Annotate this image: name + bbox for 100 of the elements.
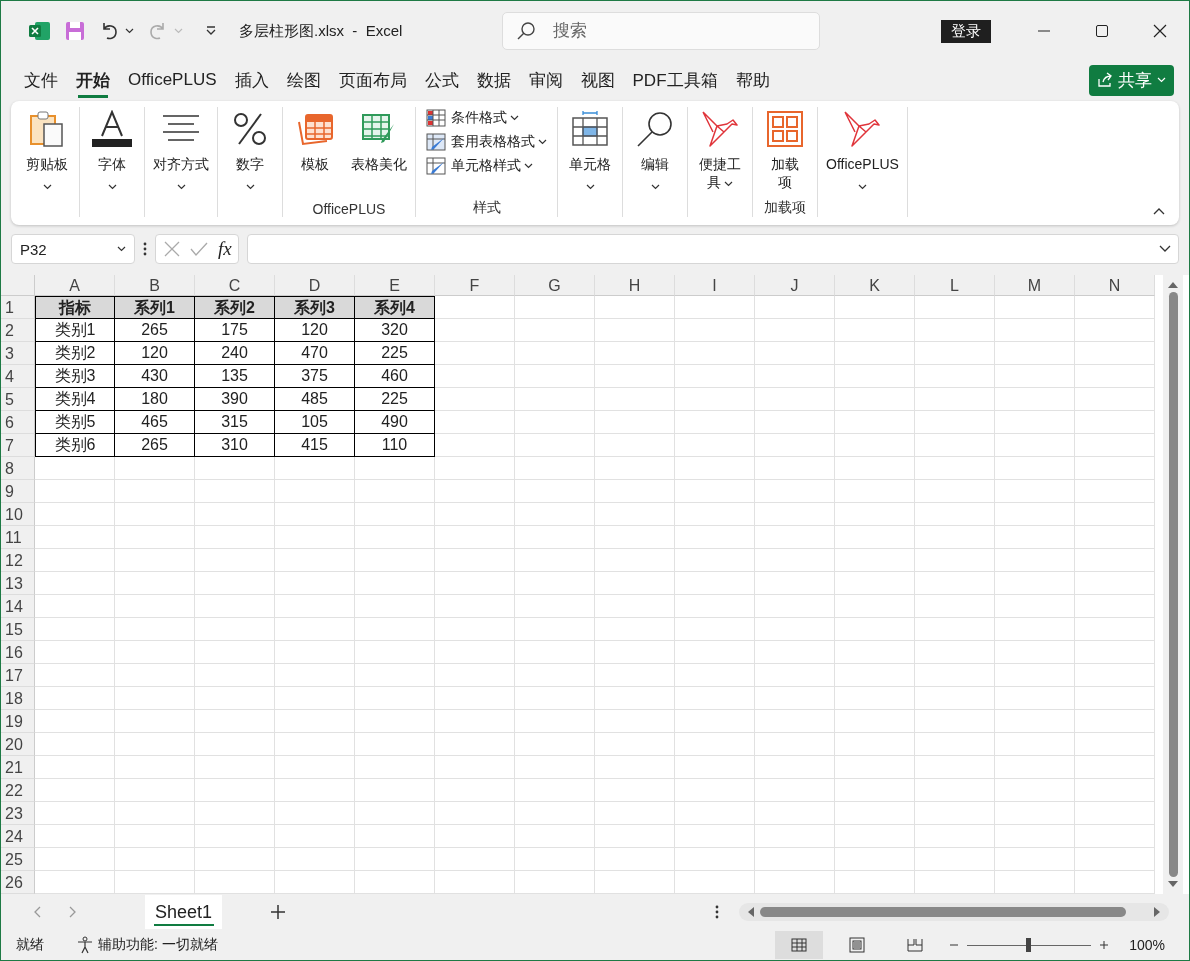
column-header[interactable]: A	[35, 275, 115, 296]
ribbon-command[interactable]: 单元格样式	[420, 157, 553, 175]
ribbon-command[interactable]: OfficePLUS	[822, 107, 903, 217]
row-header[interactable]: 8	[1, 457, 35, 480]
row-header[interactable]: 17	[1, 664, 35, 687]
scroll-left-icon[interactable]	[747, 907, 754, 917]
ribbon-command[interactable]: 模板	[287, 107, 343, 201]
slider-thumb[interactable]	[1026, 938, 1032, 952]
expand-icon[interactable]	[1159, 245, 1171, 253]
row-header[interactable]: 11	[1, 526, 35, 549]
sheet-tab[interactable]: Sheet1	[145, 895, 223, 929]
row-header[interactable]: 10	[1, 503, 35, 526]
row-header[interactable]: 18	[1, 687, 35, 710]
zoom-level[interactable]: 100%	[1129, 937, 1165, 953]
row-header[interactable]: 15	[1, 618, 35, 641]
row-header[interactable]: 22	[1, 779, 35, 802]
scroll-right-icon[interactable]	[1154, 907, 1161, 917]
column-header[interactable]: G	[515, 275, 595, 296]
row-header[interactable]: 23	[1, 802, 35, 825]
close-icon[interactable]	[1153, 24, 1167, 38]
table-cell: 485	[275, 388, 355, 411]
ribbon-tab[interactable]: 插入	[225, 62, 278, 98]
ribbon-tab[interactable]: 审阅	[519, 62, 572, 98]
column-header[interactable]: F	[435, 275, 515, 296]
row-header[interactable]: 25	[1, 848, 35, 871]
ribbon-command[interactable]: 对齐方式	[149, 107, 213, 217]
maximize-icon[interactable]	[1095, 24, 1109, 38]
ribbon-command[interactable]: 编辑	[627, 107, 683, 217]
column-header[interactable]: B	[115, 275, 195, 296]
column-header[interactable]: I	[675, 275, 755, 296]
ribbon-command[interactable]: 单元格	[562, 107, 618, 217]
row-header[interactable]: 6	[1, 411, 35, 434]
row-header[interactable]: 19	[1, 710, 35, 733]
column-header[interactable]: H	[595, 275, 675, 296]
row-header[interactable]: 5	[1, 388, 35, 411]
next-sheet-icon[interactable]	[69, 906, 77, 918]
ribbon-command[interactable]: 加载项	[757, 107, 813, 199]
ribbon-tab[interactable]: PDF工具箱	[623, 62, 727, 98]
scroll-down-icon[interactable]	[1168, 881, 1178, 888]
ribbon-tab[interactable]: 帮助	[726, 62, 779, 98]
save-icon[interactable]	[65, 21, 85, 41]
row-header[interactable]: 16	[1, 641, 35, 664]
row-header[interactable]: 2	[1, 319, 35, 342]
previous-sheet-icon[interactable]	[33, 906, 41, 918]
accessibility-icon[interactable]	[76, 936, 94, 954]
ribbon-tab[interactable]: 页面布局	[329, 62, 416, 98]
formula-input[interactable]	[246, 234, 1179, 264]
ribbon-command[interactable]: 套用表格格式	[420, 133, 553, 151]
column-header[interactable]: J	[755, 275, 835, 296]
ribbon-tab[interactable]: OfficePLUS	[119, 64, 226, 96]
ribbon-command[interactable]: 剪贴板	[19, 107, 75, 217]
row-header[interactable]: 4	[1, 365, 35, 388]
check-icon[interactable]	[190, 242, 208, 256]
more-options-icon[interactable]	[715, 905, 719, 919]
ribbon-tab[interactable]: 绘图	[277, 62, 330, 98]
scrollbar-thumb[interactable]	[1168, 292, 1178, 877]
column-header[interactable]: C	[195, 275, 275, 296]
row-header[interactable]: 24	[1, 825, 35, 848]
scrollbar-thumb[interactable]	[760, 907, 1126, 917]
row-header[interactable]: 26	[1, 871, 35, 894]
row-header[interactable]: 12	[1, 549, 35, 572]
column-header[interactable]: M	[995, 275, 1075, 296]
zoom-in-icon[interactable]	[1099, 940, 1110, 950]
ribbon-tab[interactable]: 文件	[15, 62, 67, 98]
ribbon-command[interactable]: 表格美化	[347, 107, 411, 201]
row-header[interactable]: 21	[1, 756, 35, 779]
search-field[interactable]: 搜索	[502, 12, 821, 50]
accessibility-status[interactable]: 辅助功能: 一切就绪	[98, 936, 218, 954]
share-button[interactable]: 共享	[1089, 64, 1174, 96]
ribbon-tab[interactable]: 视图	[571, 62, 624, 98]
column-header[interactable]: E	[355, 275, 435, 296]
view-button[interactable]	[775, 931, 824, 959]
row-header[interactable]: 3	[1, 342, 35, 365]
row-header[interactable]: 20	[1, 733, 35, 756]
sign-in-button[interactable]: 登录	[941, 19, 991, 43]
name-box[interactable]: P32	[11, 234, 135, 264]
row-header[interactable]: 1	[1, 296, 35, 319]
add-sheet-icon[interactable]	[270, 904, 287, 920]
column-header[interactable]: L	[915, 275, 995, 296]
row-header[interactable]: 13	[1, 572, 35, 595]
ribbon-command[interactable]: 便捷工具	[692, 107, 748, 217]
column-header[interactable]: N	[1075, 275, 1155, 296]
ribbon-tab[interactable]: 数据	[467, 62, 520, 98]
row-header[interactable]: 9	[1, 480, 35, 503]
row-header[interactable]: 7	[1, 434, 35, 457]
page-layout-icon	[849, 937, 866, 953]
collapse-ribbon-icon[interactable]	[1153, 207, 1165, 215]
horizontal-scrollbar[interactable]	[739, 903, 1169, 921]
column-header[interactable]: K	[835, 275, 915, 296]
scroll-up-icon[interactable]	[1168, 281, 1178, 288]
ribbon-command[interactable]: 条件格式	[420, 109, 553, 127]
more-options-icon[interactable]	[143, 242, 147, 256]
ribbon-command[interactable]: 字体	[84, 107, 140, 217]
column-header[interactable]: D	[275, 275, 355, 296]
insert-function-button[interactable]: fx	[218, 238, 232, 260]
table-brush-icon	[426, 133, 446, 151]
row-header[interactable]: 14	[1, 595, 35, 618]
customize-toolbar-icon[interactable]	[205, 25, 217, 37]
ribbon-command[interactable]: 数字	[222, 107, 278, 217]
ribbon-tab[interactable]: 公式	[415, 62, 468, 98]
